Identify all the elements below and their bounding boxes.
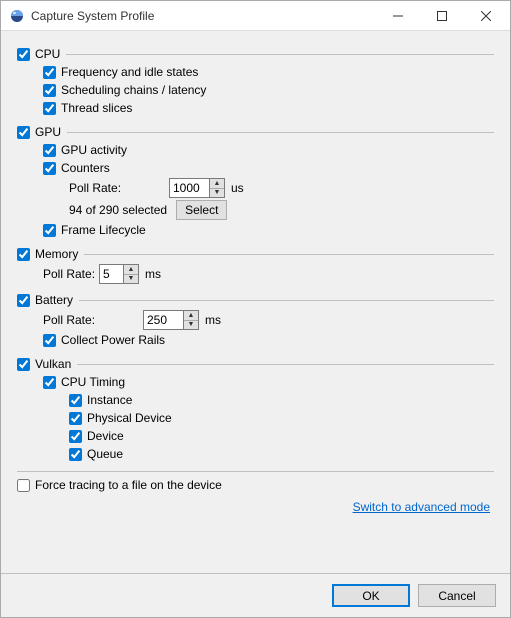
cpu-checkbox[interactable]: [17, 48, 30, 61]
ok-button[interactable]: OK: [332, 584, 410, 607]
dialog-footer: OK Cancel: [1, 573, 510, 617]
battery-power-rails-label: Collect Power Rails: [61, 333, 165, 347]
gpu-frame-lifecycle-label: Frame Lifecycle: [61, 223, 146, 237]
separator: [84, 254, 494, 255]
gpu-poll-rate-spinner[interactable]: ▲ ▼: [209, 178, 225, 198]
cpu-sched-chains-label: Scheduling chains / latency: [61, 83, 206, 97]
gpu-activity-checkbox[interactable]: [43, 144, 56, 157]
gpu-counters-checkbox[interactable]: [43, 162, 56, 175]
force-tracing-checkbox[interactable]: [17, 479, 30, 492]
memory-label: Memory: [35, 247, 78, 261]
spinner-up-icon[interactable]: ▲: [124, 265, 138, 274]
battery-poll-rate-label: Poll Rate:: [43, 313, 143, 327]
battery-checkbox[interactable]: [17, 294, 30, 307]
spinner-up-icon[interactable]: ▲: [210, 179, 224, 188]
memory-poll-rate-unit: ms: [145, 267, 161, 281]
gpu-counters-selected-text: 94 of 290 selected: [69, 203, 167, 217]
gpu-poll-rate-unit: us: [231, 181, 244, 195]
vulkan-instance-label: Instance: [87, 393, 132, 407]
separator: [77, 364, 494, 365]
dialog-content: CPU Frequency and idle states Scheduling…: [1, 31, 510, 573]
app-icon: [9, 8, 25, 24]
vulkan-cpu-timing-checkbox[interactable]: [43, 376, 56, 389]
spinner-down-icon[interactable]: ▼: [184, 320, 198, 330]
spinner-down-icon[interactable]: ▼: [210, 188, 224, 198]
minimize-button[interactable]: [376, 2, 420, 30]
memory-poll-rate-label: Poll Rate:: [43, 267, 99, 281]
gpu-label: GPU: [35, 125, 61, 139]
close-button[interactable]: [464, 2, 508, 30]
battery-label: Battery: [35, 293, 73, 307]
spinner-down-icon[interactable]: ▼: [124, 274, 138, 284]
vulkan-queue-checkbox[interactable]: [69, 448, 82, 461]
vulkan-physical-device-checkbox[interactable]: [69, 412, 82, 425]
vulkan-cpu-timing-label: CPU Timing: [61, 375, 125, 389]
dialog-window: Capture System Profile CPU Frequency an: [0, 0, 511, 618]
gpu-counters-label: Counters: [61, 161, 110, 175]
cancel-button[interactable]: Cancel: [418, 584, 496, 607]
separator: [67, 132, 494, 133]
battery-poll-rate-unit: ms: [205, 313, 221, 327]
window-controls: [376, 2, 508, 30]
battery-poll-rate-input[interactable]: [143, 310, 183, 330]
separator: [17, 471, 494, 472]
vulkan-physical-device-label: Physical Device: [87, 411, 172, 425]
cpu-thread-slices-label: Thread slices: [61, 101, 132, 115]
gpu-counters-select-button[interactable]: Select: [176, 200, 227, 220]
memory-poll-rate-spinner[interactable]: ▲ ▼: [123, 264, 139, 284]
gpu-poll-rate-input[interactable]: [169, 178, 209, 198]
vulkan-queue-label: Queue: [87, 447, 123, 461]
separator: [79, 300, 494, 301]
vulkan-label: Vulkan: [35, 357, 71, 371]
cpu-freq-idle-label: Frequency and idle states: [61, 65, 198, 79]
gpu-checkbox[interactable]: [17, 126, 30, 139]
gpu-activity-label: GPU activity: [61, 143, 127, 157]
force-tracing-label: Force tracing to a file on the device: [35, 478, 222, 492]
battery-poll-rate-spinner[interactable]: ▲ ▼: [183, 310, 199, 330]
memory-checkbox[interactable]: [17, 248, 30, 261]
vulkan-device-checkbox[interactable]: [69, 430, 82, 443]
window-title: Capture System Profile: [31, 9, 376, 23]
battery-power-rails-checkbox[interactable]: [43, 334, 56, 347]
vulkan-device-label: Device: [87, 429, 124, 443]
cpu-thread-slices-checkbox[interactable]: [43, 102, 56, 115]
maximize-button[interactable]: [420, 2, 464, 30]
cpu-label: CPU: [35, 47, 60, 61]
memory-poll-rate-input[interactable]: [99, 264, 123, 284]
vulkan-checkbox[interactable]: [17, 358, 30, 371]
gpu-frame-lifecycle-checkbox[interactable]: [43, 224, 56, 237]
cpu-sched-chains-checkbox[interactable]: [43, 84, 56, 97]
titlebar: Capture System Profile: [1, 1, 510, 31]
separator: [66, 54, 494, 55]
vulkan-instance-checkbox[interactable]: [69, 394, 82, 407]
gpu-poll-rate-label: Poll Rate:: [69, 181, 169, 195]
advanced-mode-link[interactable]: Switch to advanced mode: [353, 500, 490, 514]
spinner-up-icon[interactable]: ▲: [184, 311, 198, 320]
cpu-freq-idle-checkbox[interactable]: [43, 66, 56, 79]
